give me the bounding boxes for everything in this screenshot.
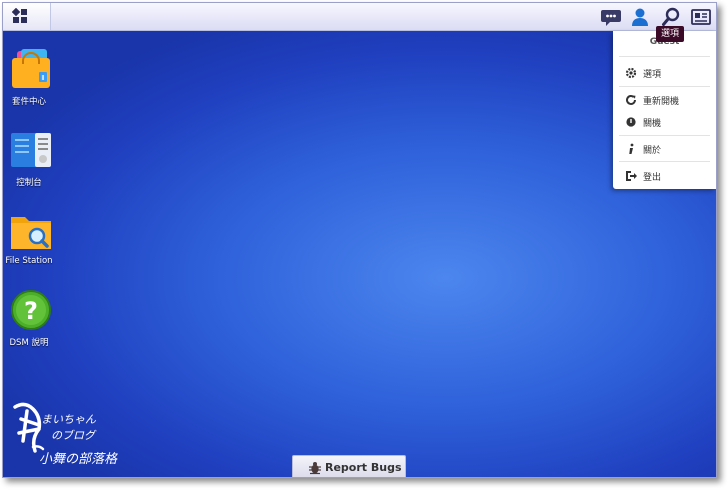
desktop-icon-control-panel[interactable]: 控制台	[5, 129, 61, 189]
desktop-icon-file-station[interactable]: File Station	[5, 209, 61, 269]
report-bugs-label: Report Bugs	[325, 461, 402, 474]
main-menu-button[interactable]	[3, 3, 51, 30]
watermark-line-1: まいちゃん	[41, 413, 97, 426]
menu-item-options[interactable]: 選項	[613, 64, 716, 82]
menu-item-label: 重新開機	[643, 97, 680, 107]
watermark: まいちゃん のブログ 小舞の部落格	[11, 399, 131, 477]
watermark-line-2: のブログ	[51, 429, 97, 442]
menu-item-label: 登出	[643, 173, 662, 183]
bug-icon	[309, 462, 321, 475]
menu-item-label: 關於	[643, 146, 662, 156]
menu-item-logout[interactable]: 登出	[613, 167, 716, 185]
menu-item-label: 關機	[643, 119, 662, 129]
control-panel-icon	[11, 133, 51, 167]
desktop-icon-label: 套件中心	[11, 97, 46, 107]
menu-item-about[interactable]: 關於	[613, 140, 716, 158]
restart-icon	[626, 94, 636, 105]
info-icon	[629, 143, 634, 154]
help-icon: ?	[11, 290, 51, 330]
watermark-line-3: 小舞の部落格	[39, 452, 118, 467]
logout-icon	[626, 171, 637, 181]
widgets-icon	[691, 9, 711, 25]
menu-item-restart[interactable]: 重新開機	[613, 91, 716, 109]
menu-divider	[619, 56, 710, 57]
user-button[interactable]	[629, 6, 651, 28]
user-menu: Guest 選項 重新開機 關機 關於 登出	[613, 31, 716, 189]
desktop-icon-dsm-help[interactable]: ? DSM 說明	[5, 289, 61, 349]
menu-divider	[619, 161, 710, 162]
dsm-desktop: Guest 選項 重新開機 關機 關於 登出 選項 Ⅱ 套件中心 控制台 Fil…	[2, 2, 717, 478]
svg-text:Ⅱ: Ⅱ	[41, 74, 44, 82]
user-icon	[632, 8, 648, 26]
main-menu-icon	[12, 8, 27, 23]
menu-item-label: 選項	[643, 70, 662, 80]
svg-text:?: ?	[24, 297, 38, 325]
report-bugs-button[interactable]: Report Bugs	[292, 455, 406, 477]
package-center-icon: Ⅱ	[12, 49, 50, 88]
chat-button[interactable]	[600, 6, 622, 28]
widgets-button[interactable]	[690, 6, 712, 28]
search-icon	[662, 7, 680, 26]
taskbar	[3, 3, 716, 31]
desktop-icon-label: 控制台	[16, 178, 42, 188]
menu-divider	[619, 86, 710, 87]
desktop-icon-label: File Station	[5, 256, 53, 266]
gear-icon	[625, 67, 637, 79]
desktop-icon-package-center[interactable]: Ⅱ 套件中心	[5, 48, 61, 108]
desktop-icon-label: DSM 說明	[9, 338, 49, 348]
search-button[interactable]	[660, 6, 682, 28]
power-icon	[626, 117, 636, 127]
tooltip: 選項	[656, 26, 685, 42]
menu-divider	[619, 135, 710, 136]
folder-search-icon	[11, 217, 51, 249]
chat-icon	[601, 10, 621, 26]
menu-item-shutdown[interactable]: 關機	[613, 113, 716, 131]
watermark-logo: まいちゃん のブログ 小舞の部落格	[13, 402, 118, 467]
